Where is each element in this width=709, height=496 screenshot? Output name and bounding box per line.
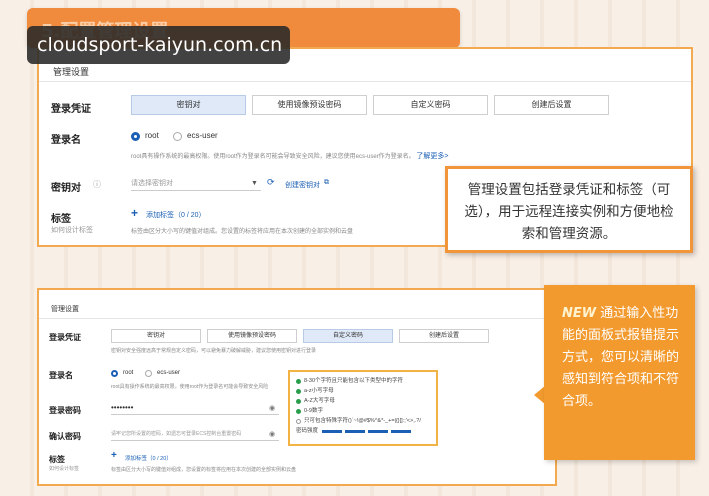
login-name-desc-text: root具有操作系统的最高权限。使用root作为登录名可能会导致安全风险，建议您… — [131, 154, 415, 160]
tag-desc: 标签由区分大小写的键值对组成。您设置的标签将应用在本次创建的全部实例和云盘 — [131, 229, 354, 235]
tag-sub-link[interactable]: 如何设计标签 — [51, 225, 93, 235]
refresh-icon[interactable]: ⟳ — [267, 177, 275, 188]
cred-image-password-button[interactable]: 使用镜像预设密码 — [207, 329, 297, 343]
tip-item: a-z小写字母 — [296, 386, 430, 396]
tip-item: A-Z大写字母 — [296, 396, 430, 406]
radio-root-label: root — [145, 131, 159, 140]
tip-text: 0-9数字 — [304, 408, 323, 414]
callout-box-management: 管理设置包括登录凭证和标签（可选），用于远程连接实例和方便地检索和管理资源。 — [445, 166, 693, 253]
plus-icon[interactable]: + — [111, 450, 117, 461]
panel-title: 管理设置 — [51, 306, 79, 313]
tip-text: 只可包含特殊字符()`~!@#$%^&*-_+=|{}[]:;'<>,.?/ — [304, 418, 421, 424]
watermark: cloudsport-kaiyun.com.cn — [27, 26, 290, 64]
divider — [39, 81, 691, 82]
login-name-desc: root具有操作系统的最高权限，使用root作为登录名可能会导致安全风险 — [111, 384, 269, 390]
password-label: 登录密码 — [49, 406, 81, 415]
password-input[interactable]: •••••••• — [111, 401, 279, 415]
check-icon — [296, 398, 301, 404]
add-tag-link[interactable]: 添加标签（0 / 20） — [125, 454, 172, 462]
tip-item: 0-9数字 — [296, 406, 430, 416]
strength-label: 密码强度 — [296, 428, 319, 434]
external-link-icon: ⧉ — [324, 179, 329, 186]
password-tips-popover: 8-30个字符且只能包含以下类型中的字符 a-z小写字母 A-Z大写字母 0-9… — [288, 370, 438, 446]
login-name-label: 登录名 — [49, 371, 73, 380]
check-icon — [296, 408, 301, 414]
tag-sub-link[interactable]: 如何设计标签 — [49, 465, 79, 472]
callout-new-text: 通过输入性功能的面板式报错提示方式，您可以清晰的感知到符合项和不符合项。 — [562, 306, 680, 409]
check-icon — [296, 378, 301, 384]
tag-label: 标签 — [49, 455, 65, 464]
divider — [39, 318, 555, 319]
radio-root-label: root — [123, 370, 134, 376]
cred-custom-password-button[interactable]: 自定义密码 — [303, 329, 393, 343]
tag-desc: 标签由区分大小写的键值对组成，您设置的标签将应用在本次创建的全部实例和云盘 — [111, 467, 297, 473]
add-tag-link[interactable]: 添加标签（0 / 20） — [146, 210, 206, 220]
radio-ecs-user[interactable] — [145, 370, 152, 377]
new-badge: NEW — [562, 306, 597, 321]
eye-icon[interactable]: ◉ — [269, 430, 275, 438]
panel-title: 管理设置 — [53, 67, 90, 77]
confirm-password-input[interactable]: 请牢记您所设置的密码，如遗忘可登录ECS控制台重置密码 — [111, 427, 279, 441]
circle-icon — [296, 418, 301, 424]
confirm-password-label: 确认密码 — [49, 432, 81, 441]
tag-label: 标签 — [51, 214, 71, 225]
keypair-label: 密钥对 — [51, 183, 81, 194]
tip-item: 只可包含特殊字符()`~!@#$%^&*-_+=|{}[]:;'<>,.?/ — [296, 416, 430, 426]
check-icon — [296, 388, 301, 394]
learn-more-link[interactable]: 了解更多> — [416, 153, 448, 160]
cred-custom-password-button[interactable]: 自定义密码 — [373, 95, 488, 115]
login-name-label: 登录名 — [51, 135, 81, 146]
radio-ecs-user[interactable] — [173, 132, 182, 141]
login-cred-label: 登录凭证 — [49, 333, 81, 342]
password-strength: 密码强度 — [296, 426, 430, 436]
plus-icon[interactable]: + — [131, 206, 138, 220]
tip-text: a-z小写字母 — [304, 388, 334, 394]
radio-ecs-user-label: ecs-user — [157, 370, 181, 376]
cred-keypair-button[interactable]: 密钥对 — [111, 329, 201, 343]
tip-text: A-Z大写字母 — [304, 398, 335, 404]
radio-ecs-user-label: ecs-user — [187, 131, 218, 140]
help-icon[interactable]: ⓘ — [93, 179, 101, 190]
tip-item: 8-30个字符且只能包含以下类型中的字符 — [296, 376, 430, 386]
tip-text: 8-30个字符且只能包含以下类型中的字符 — [304, 378, 404, 384]
cred-desc: 密钥对安全强度远高于常规自定义密码，可以避免暴力破解威胁，建议您使用密钥对进行登… — [111, 348, 317, 354]
callout-box-new: NEW 通过输入性功能的面板式报错提示方式，您可以清晰的感知到符合项和不符合项。 — [544, 285, 695, 460]
cred-set-later-button[interactable]: 创建后设置 — [494, 95, 609, 115]
chevron-down-icon: ▼ — [251, 180, 258, 187]
strength-bar — [322, 429, 412, 433]
cred-keypair-button[interactable]: 密钥对 — [131, 95, 246, 115]
create-keypair-link[interactable]: 创建密钥对 — [285, 180, 320, 190]
login-cred-label: 登录凭证 — [51, 104, 91, 115]
cred-set-later-button[interactable]: 创建后设置 — [399, 329, 489, 343]
keypair-select[interactable]: 请选择密钥对 — [131, 177, 261, 191]
eye-icon[interactable]: ◉ — [269, 404, 275, 412]
radio-root[interactable] — [111, 370, 118, 377]
radio-root[interactable] — [131, 132, 140, 141]
cred-image-password-button[interactable]: 使用镜像预设密码 — [252, 95, 367, 115]
login-name-desc: root具有操作系统的最高权限。使用root作为登录名可能会导致安全风险，建议您… — [131, 151, 448, 161]
